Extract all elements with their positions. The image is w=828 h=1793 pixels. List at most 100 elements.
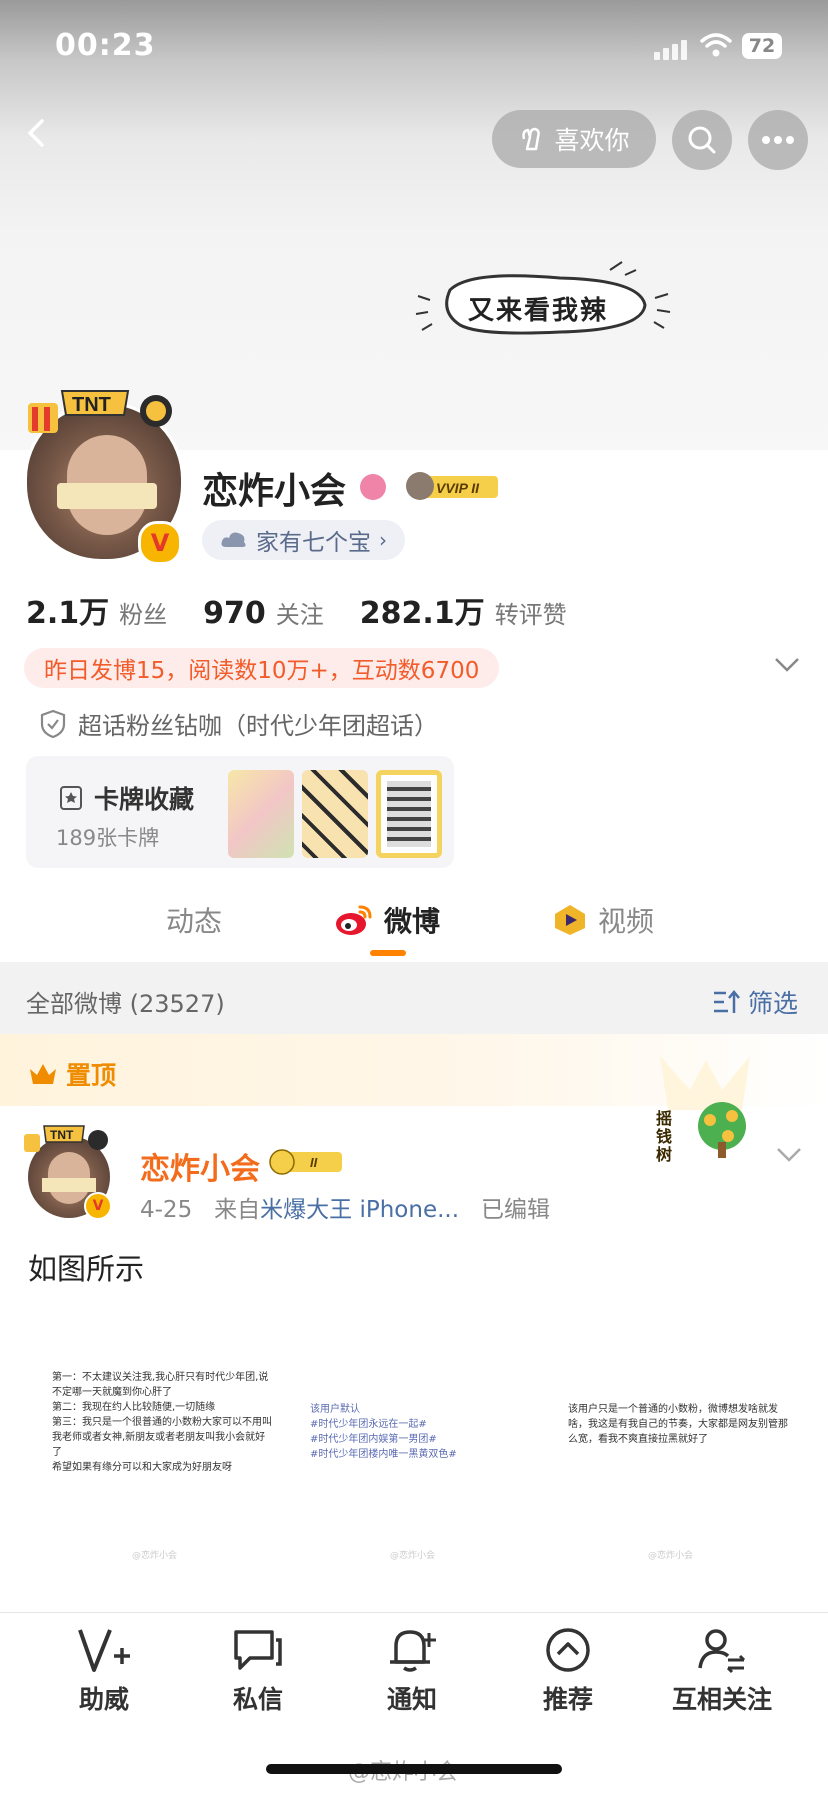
back-icon[interactable] (22, 118, 52, 148)
stat-fans[interactable]: 2.1万 粉丝 (26, 588, 167, 632)
activity-banner[interactable]: 昨日发博15，阅读数10万+，互动数6700 (24, 648, 500, 688)
nav-recommend[interactable]: 推荐 (508, 1626, 628, 1716)
image-watermark: @恋炸小会 (132, 1551, 178, 1561)
post-date: 4-25 (140, 1197, 193, 1223)
post-text: 如图所示 (28, 1252, 145, 1286)
status-time: 00:23 (55, 28, 156, 63)
card-thumbnail[interactable] (302, 770, 368, 858)
vvip-label: VVIP II (436, 480, 480, 496)
more-button[interactable] (748, 110, 808, 170)
card-count: 189张卡牌 (56, 826, 160, 850)
post-from: 来自 (214, 1197, 261, 1223)
vvip-badge[interactable]: VVIP II (404, 470, 500, 502)
heart-hand-icon (522, 127, 541, 151)
tnt-decoration-icon: TNT (24, 1125, 108, 1152)
profile-name: 恋炸小会 (202, 471, 347, 512)
nav-messages[interactable]: 私信 (198, 1626, 318, 1716)
tab-dynamic[interactable]: 动态 (166, 900, 222, 940)
stat-fans-label: 粉丝 (119, 601, 168, 629)
filter-icon (714, 990, 740, 1013)
nav-notifications[interactable]: 通知 (352, 1626, 472, 1716)
filter-button[interactable]: 筛选 (712, 984, 798, 1020)
nav-mutual-follow-label: 互相关注 (671, 1685, 772, 1714)
family-tag[interactable]: 家有七个宝 › (202, 520, 405, 560)
post-image-text: 第一：不太建议关注我,我心肝只有时代少年团,说不定哪一天就魔到你心肝了 第二：我… (52, 1372, 272, 1473)
tab-weibo-label: 微博 (384, 905, 441, 938)
cloud-icon (221, 532, 246, 547)
nav-recommend-label: 推荐 (542, 1685, 593, 1714)
post-image-text: 该用户默认 #时代少年团永远在一起# #时代少年团内娱第一男团# #时代少年团楼… (310, 1404, 457, 1460)
chevron-down-icon[interactable] (774, 656, 800, 674)
post-image[interactable]: 该用户只是一个普通的小数粉，微博想发啥就发啥，我这是有我自己的节奏，大家都是网友… (544, 1310, 802, 1590)
chevron-down-icon[interactable] (776, 1146, 802, 1164)
stat-following[interactable]: 970 关注 (203, 595, 324, 631)
cover-background[interactable] (0, 0, 828, 450)
pinned-text: 置顶 (66, 1061, 117, 1090)
card-star-icon (60, 786, 82, 810)
verified-badge-icon: V (84, 1192, 112, 1220)
filter-button-label: 筛选 (748, 989, 799, 1018)
nav-support[interactable]: 助威 (44, 1626, 164, 1716)
verified-badge-icon: V (138, 521, 182, 565)
post-image[interactable]: 该用户默认 #时代少年团永远在一起# #时代少年团内娱第一男团# #时代少年团楼… (286, 1310, 544, 1590)
vip-badge-icon: II (269, 1149, 342, 1175)
stat-interactions[interactable]: 282.1万 转评赞 (360, 588, 567, 632)
card-collection-title: 卡牌收藏 (58, 780, 194, 816)
money-tree-widget[interactable]: 摇钱树 (650, 1050, 760, 1164)
bell-plus-icon (390, 1630, 436, 1672)
search-icon (688, 126, 716, 154)
post-edited[interactable]: 已编辑 (481, 1197, 550, 1223)
nav-mutual-follow[interactable]: 互相关注 (662, 1626, 782, 1716)
stat-interactions-label: 转评赞 (494, 601, 567, 629)
v-plus-icon (78, 1629, 130, 1672)
battery-icon: 72 (742, 33, 782, 59)
user-swap-icon (698, 1629, 746, 1674)
post-author[interactable]: 恋炸小会 (140, 1144, 260, 1188)
stat-following-label: 关注 (275, 601, 324, 629)
post-source[interactable]: 米爆大王 iPhone... (260, 1197, 459, 1223)
weibo-icon (336, 905, 372, 935)
stat-fans-num: 2.1万 (26, 596, 110, 631)
nav-notifications-label: 通知 (386, 1685, 437, 1714)
tnt-decoration-icon: TNT (28, 390, 172, 433)
video-icon (555, 905, 585, 935)
svg-text:II: II (310, 1155, 318, 1170)
pinned-label: 置顶 (28, 1056, 116, 1092)
tab-video[interactable]: 视频 (552, 900, 654, 940)
cover-sticker: 又来看我辣 (410, 250, 690, 360)
more-icon (762, 136, 794, 144)
svg-text:TNT: TNT (72, 394, 111, 416)
search-badge-icon[interactable] (360, 474, 386, 500)
money-tree-label: 摇钱树 (656, 1109, 673, 1164)
sticker-text: 又来看我辣 (468, 296, 609, 326)
stat-following-num: 970 (203, 596, 266, 631)
card-thumbnail[interactable] (376, 770, 442, 858)
stats-row: 2.1万 粉丝 970 关注 282.1万 转评赞 (26, 588, 567, 632)
post-image[interactable]: 第一：不太建议关注我,我心肝只有时代少年团,说不定哪一天就魔到你心肝了 第二：我… (28, 1310, 286, 1590)
like-button-label: 喜欢你 (554, 126, 630, 155)
search-button[interactable] (672, 110, 732, 170)
super-topic-row[interactable]: 超话粉丝钻咖（时代少年团超话） (40, 706, 438, 741)
post-meta: 4-25 来自米爆大王 iPhone... 已编辑 (140, 1190, 550, 1224)
svg-text:TNT: TNT (50, 1128, 74, 1142)
shield-icon (40, 709, 66, 738)
like-button[interactable]: 喜欢你 (492, 110, 656, 168)
stat-interactions-num: 282.1万 (359, 596, 485, 631)
all-weibo-count: 全部微博 (23527) (26, 990, 225, 1018)
card-thumbnail[interactable] (228, 770, 294, 858)
chevron-right-icon: › (379, 528, 387, 552)
tab-dynamic-label: 动态 (166, 905, 223, 938)
super-topic-label: 超话粉丝钻咖（时代少年团超话） (78, 712, 438, 740)
tab-weibo[interactable]: 微博 (334, 900, 440, 940)
family-tag-label: 家有七个宝 (256, 530, 371, 556)
image-watermark: @恋炸小会 (648, 1551, 694, 1561)
home-indicator[interactable] (266, 1764, 562, 1774)
up-circle-icon (546, 1628, 590, 1672)
card-collection-label: 卡牌收藏 (94, 785, 195, 814)
post-image-text: 该用户只是一个普通的小数粉，微博想发啥就发啥，我这是有我自己的节奏，大家都是网友… (568, 1404, 788, 1445)
wifi-icon (700, 33, 732, 57)
chat-icon (234, 1630, 282, 1670)
tab-active-indicator (370, 950, 406, 956)
image-watermark: @恋炸小会 (390, 1551, 436, 1561)
tab-video-label: 视频 (598, 905, 655, 938)
